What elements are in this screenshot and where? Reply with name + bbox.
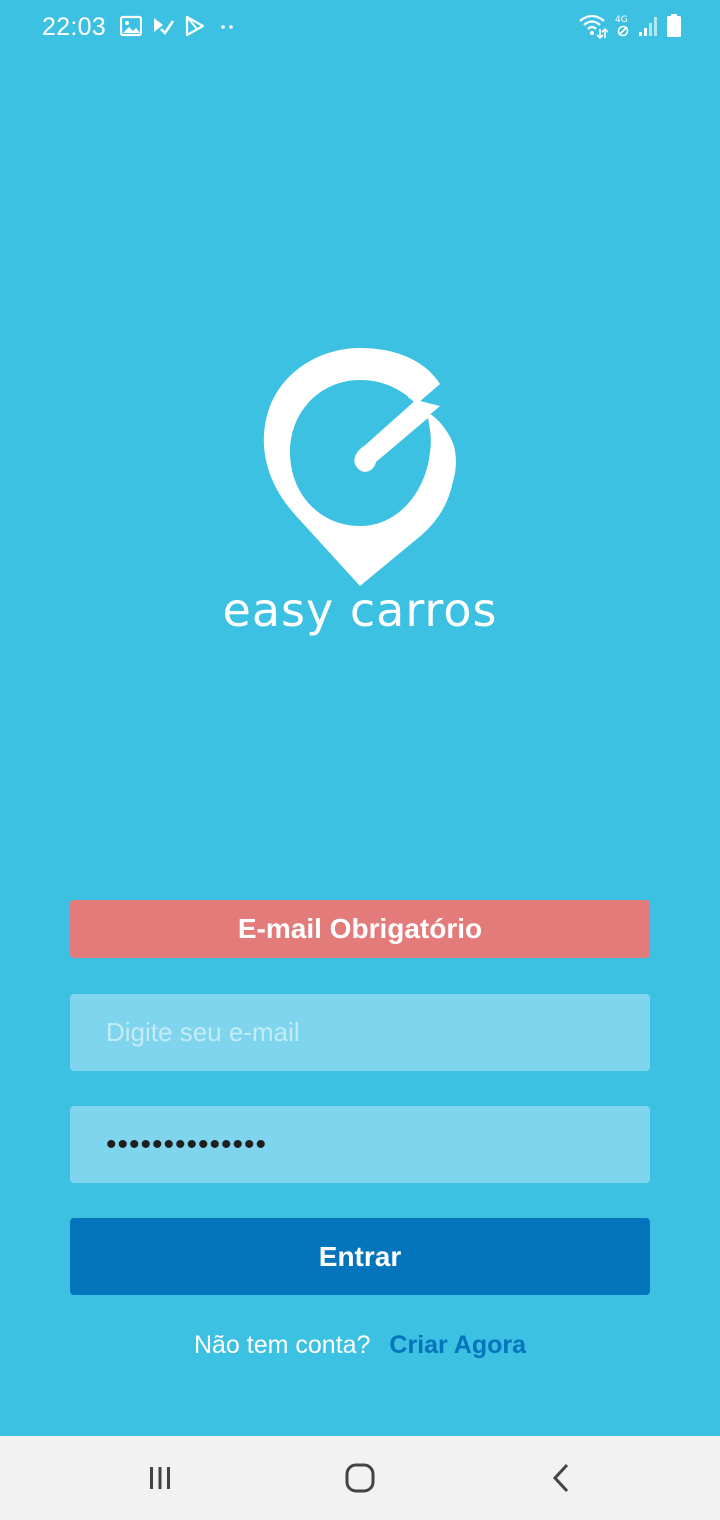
notification-icons: [120, 15, 238, 37]
recents-icon[interactable]: [140, 1458, 180, 1498]
status-time: 22:03: [42, 13, 107, 41]
download-check-icon: [152, 15, 174, 37]
system-nav-bar: [0, 1436, 720, 1520]
login-button[interactable]: Entrar: [70, 1218, 650, 1295]
create-account-link[interactable]: Criar Agora: [389, 1331, 526, 1359]
home-icon[interactable]: [340, 1458, 380, 1498]
battery-icon: [666, 13, 682, 39]
network-type-label: 4G: [615, 15, 628, 25]
signup-row: Não tem conta? Criar Agora: [0, 1331, 720, 1360]
play-store-icon: [184, 15, 206, 37]
gallery-icon: [120, 15, 142, 37]
signup-prompt: Não tem conta?: [193, 1331, 371, 1359]
4g-icon: 4G: [614, 13, 632, 39]
pin-gauge-logo-icon: [258, 348, 462, 593]
brand-logo: easy carros: [0, 340, 720, 650]
more-dots-icon: [216, 15, 238, 37]
status-bar: 22:03 4G: [0, 0, 720, 56]
back-icon[interactable]: [542, 1458, 582, 1498]
email-field[interactable]: [70, 994, 650, 1071]
error-banner: E-mail Obrigatório: [70, 900, 650, 958]
system-status-icons: 4G: [578, 13, 682, 39]
signal-icon: [638, 14, 660, 38]
password-field[interactable]: ••••••••••••••: [70, 1106, 650, 1183]
brand-name: easy carros: [222, 583, 498, 637]
wifi-icon: [578, 13, 608, 39]
